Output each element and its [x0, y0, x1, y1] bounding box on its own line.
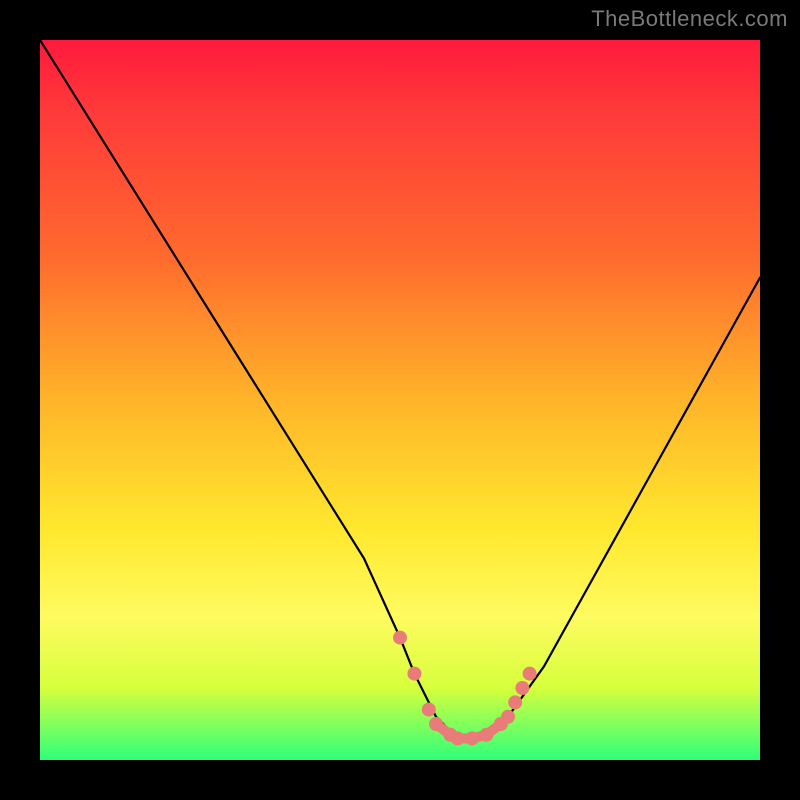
watermark-label: TheBottleneck.com [591, 6, 788, 32]
curve-marker [515, 681, 529, 695]
curve-marker [407, 667, 421, 681]
curve-marker [393, 631, 407, 645]
curve-layer [40, 40, 760, 760]
plot-area [40, 40, 760, 760]
curve-marker [508, 695, 522, 709]
curve-marker [422, 703, 436, 717]
marker-group [393, 631, 537, 746]
curve-marker [523, 667, 537, 681]
chart-frame: TheBottleneck.com [0, 0, 800, 800]
